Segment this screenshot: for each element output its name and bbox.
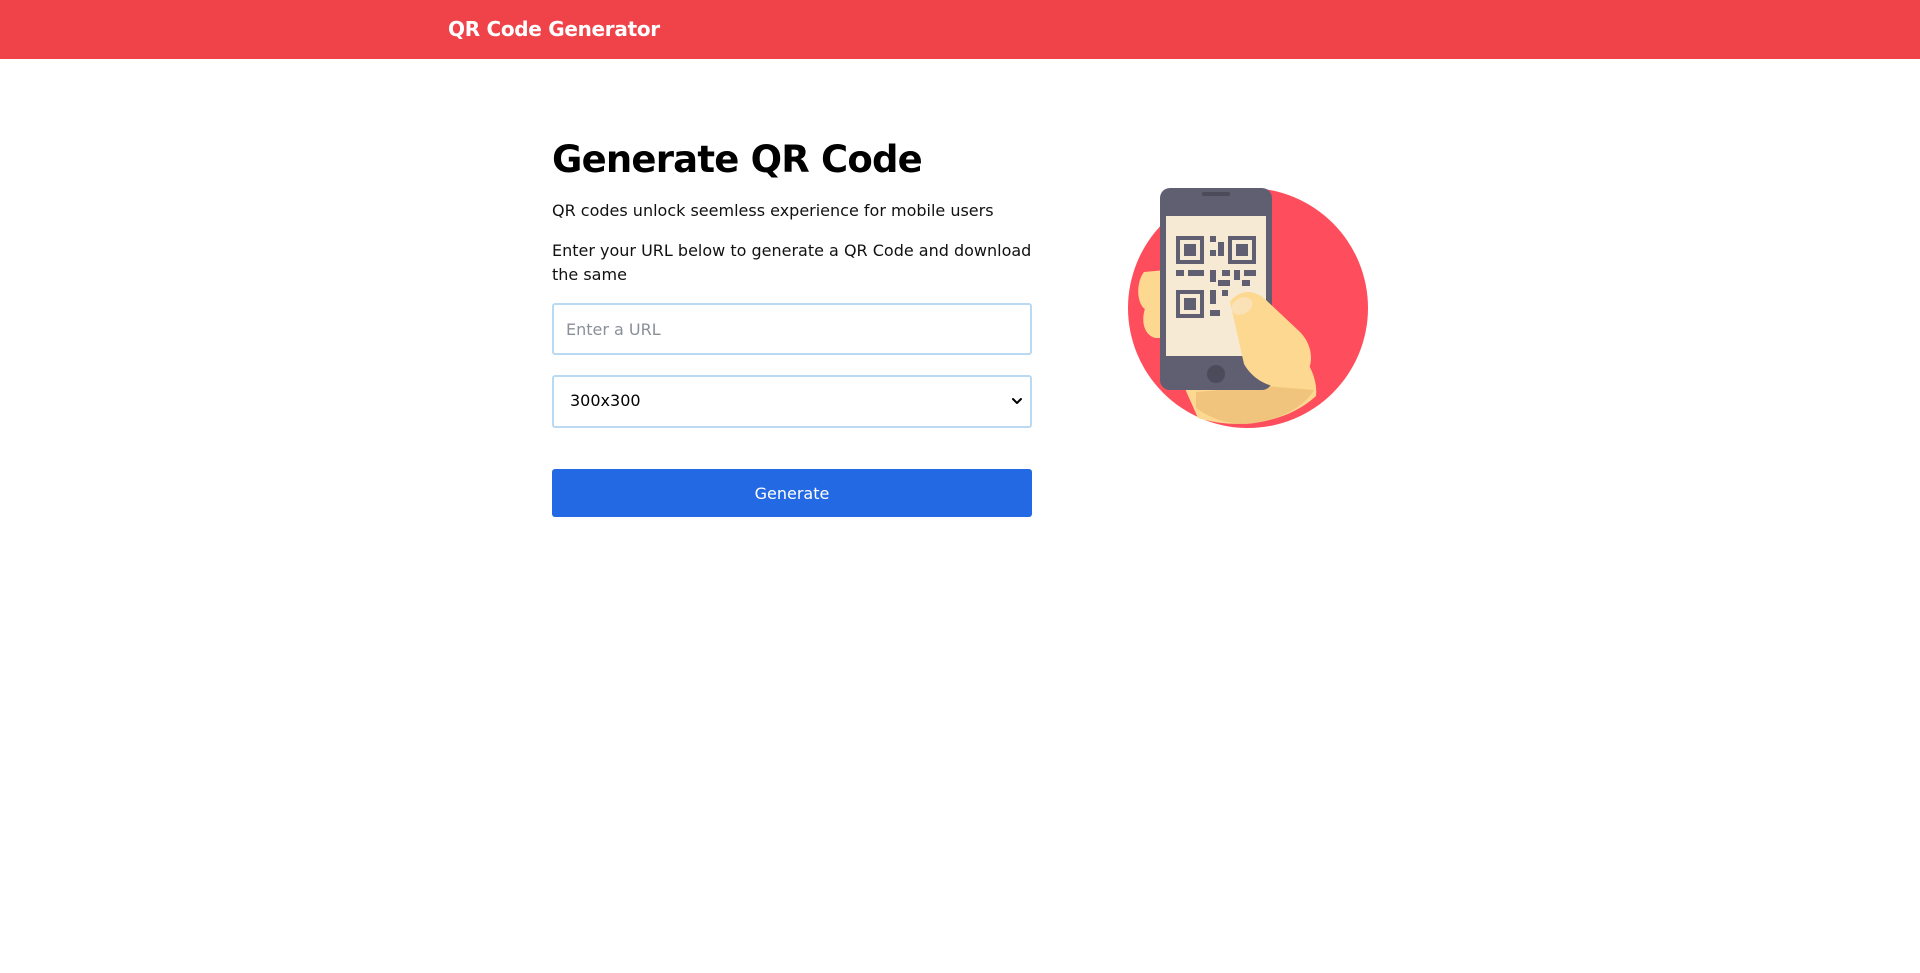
size-select[interactable]: 300x300 (552, 375, 1032, 428)
instructions-text: Enter your URL below to generate a QR Co… (552, 241, 1032, 284)
page-title: Generate QR Code (552, 138, 923, 181)
page-subtitle: QR codes unlock seemless experience for … (552, 201, 994, 220)
url-input[interactable] (552, 303, 1032, 355)
hand-holding-phone-qr-icon (1126, 186, 1370, 430)
chevron-down-icon (1012, 398, 1022, 404)
size-select-value: 300x300 (570, 391, 641, 410)
top-navbar: QR Code Generator (0, 0, 1920, 59)
generator-form: Generate QR Code QR codes unlock seemles… (552, 136, 1032, 517)
app-brand-title[interactable]: QR Code Generator (448, 17, 660, 41)
generate-button[interactable]: Generate (552, 469, 1032, 517)
